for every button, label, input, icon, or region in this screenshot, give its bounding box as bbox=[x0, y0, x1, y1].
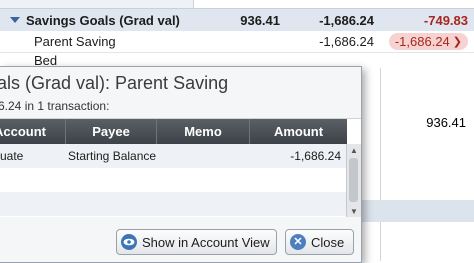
popup-footer: Show in Account View ✕ Close bbox=[0, 222, 361, 262]
scroll-down-arrow-icon[interactable]: ▼ bbox=[347, 205, 361, 217]
column-header-amount[interactable]: Amount bbox=[250, 119, 347, 144]
table-row[interactable]: uate Starting Balance -1,686.24 bbox=[0, 144, 347, 168]
category-row[interactable]: Parent Saving -1,686.24 -1,686.24 ❯ bbox=[0, 31, 474, 53]
popup-title: als (Grad val): Parent Saving bbox=[0, 73, 229, 93]
category-name: Parent Saving bbox=[34, 34, 116, 49]
column-header-payee[interactable]: Payee bbox=[66, 119, 157, 144]
row-payee: Starting Balance bbox=[68, 149, 157, 163]
group-name: Savings Goals (Grad val) bbox=[10, 9, 180, 31]
close-icon: ✕ bbox=[290, 234, 306, 250]
negative-balance-pill: -1,686.24 ❯ bbox=[388, 33, 468, 50]
row-amount: -1,686.24 bbox=[290, 149, 341, 163]
table-body: uate Starting Balance -1,686.24 bbox=[0, 144, 347, 217]
transaction-table: Account Payee Memo Amount uate Starting … bbox=[0, 118, 361, 217]
vertical-scrollbar[interactable]: ▲ ▼ bbox=[346, 144, 361, 217]
category-activity[interactable]: -1,686.24 bbox=[287, 31, 380, 52]
category-group-row[interactable]: Savings Goals (Grad val) 936.41 -1,686.2… bbox=[0, 8, 474, 32]
group-budgeted: 936.41 bbox=[240, 12, 280, 28]
arrow-right-icon: ❯ bbox=[452, 36, 462, 48]
selected-row-band bbox=[360, 200, 474, 222]
eye-icon bbox=[121, 234, 137, 250]
budget-value: 936.41 bbox=[426, 115, 466, 130]
expand-triangle-icon[interactable] bbox=[10, 17, 20, 23]
transaction-summary: 6.24 in 1 transaction: bbox=[0, 99, 110, 113]
group-activity: -1,686.24 bbox=[319, 12, 374, 28]
table-row-empty bbox=[0, 192, 347, 216]
category-available: -1,686.24 ❯ bbox=[381, 31, 474, 52]
close-button[interactable]: ✕ Close bbox=[285, 229, 354, 255]
group-available: -749.83 bbox=[423, 12, 468, 28]
scroll-up-arrow-icon[interactable]: ▲ bbox=[347, 144, 361, 156]
row-account: uate bbox=[0, 149, 24, 163]
row-memo bbox=[157, 144, 250, 168]
table-header: Account Payee Memo Amount bbox=[0, 119, 347, 144]
table-row-empty bbox=[0, 168, 347, 192]
scroll-thumb[interactable] bbox=[349, 158, 358, 202]
column-header-account[interactable]: Account bbox=[0, 119, 66, 144]
activity-popup: als (Grad val): Parent Saving 6.24 in 1 … bbox=[0, 66, 362, 263]
show-in-account-view-button[interactable]: Show in Account View bbox=[116, 229, 277, 255]
column-header-memo[interactable]: Memo bbox=[157, 119, 250, 144]
